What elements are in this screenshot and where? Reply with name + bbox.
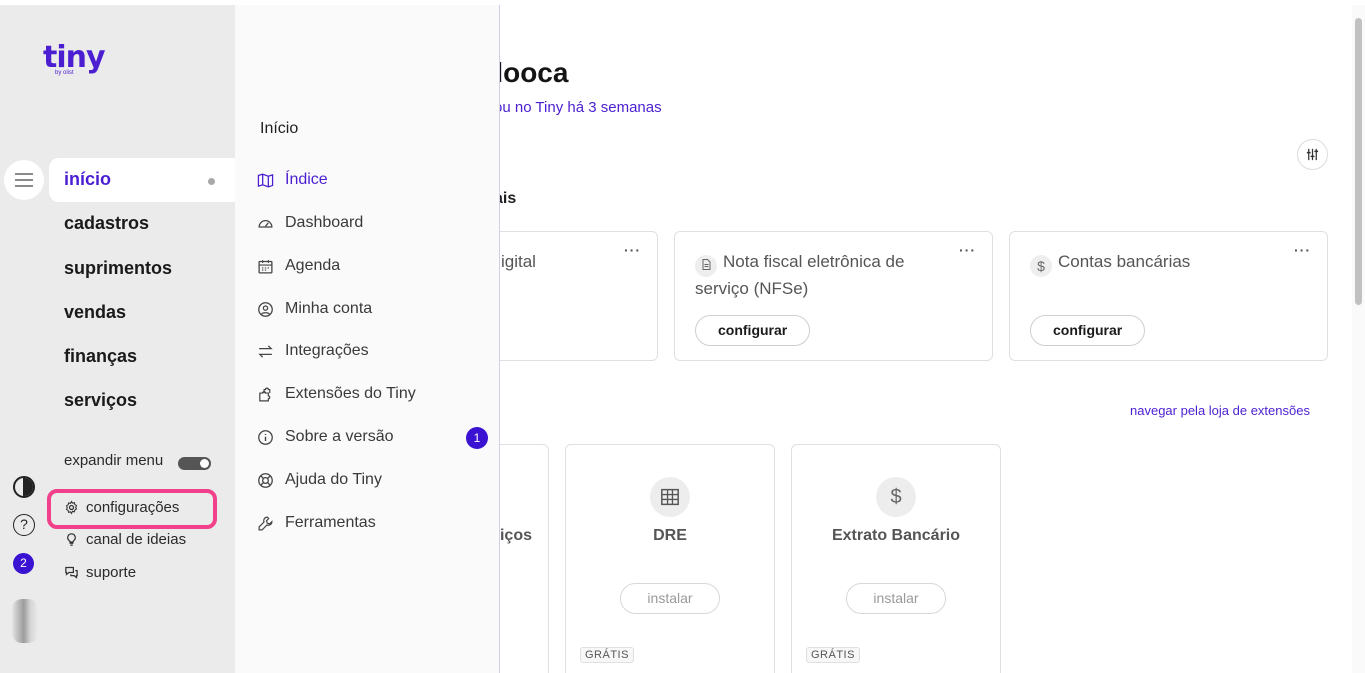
calendar-icon [258, 259, 273, 274]
lightbulb-icon [67, 533, 76, 546]
extension-name: Extrato Bancário [831, 527, 961, 544]
setup-section-title: ais [500, 190, 517, 207]
extension-card-dre: DRE instalar GRÁTIS [565, 444, 775, 673]
setup-card-title-wrap: Nota fiscal eletrônica de serviço (NFSe) [695, 250, 945, 300]
page-scrollbar-thumb[interactable] [1355, 18, 1362, 305]
settings-label: configurações [86, 499, 180, 516]
more-options-icon[interactable]: ··· [1294, 242, 1311, 258]
free-tag: GRÁTIS [580, 647, 634, 663]
notifications-badge[interactable]: 2 [13, 553, 34, 574]
info-icon [258, 429, 273, 445]
logo-byline: by olist [55, 70, 74, 76]
submenu-item-ajuda[interactable]: Ajuda do Tiny [257, 471, 382, 489]
submenu-item-ferramentas[interactable]: Ferramentas [257, 514, 376, 532]
submenu-item-label: Integrações [285, 342, 369, 359]
submenu-item-label: Agenda [285, 257, 341, 274]
configure-bank-accounts-button[interactable]: configurar [1030, 315, 1146, 346]
setup-card-digital: ··· igital [500, 231, 658, 361]
install-dre-button[interactable]: instalar [620, 583, 720, 614]
lifebuoy-icon [258, 472, 273, 488]
expand-menu-label: expandir menu [64, 452, 164, 469]
setup-card-nfse: ··· Nota fiscal eletrônica de serviço (N… [674, 231, 993, 361]
support-link[interactable]: suporte [64, 564, 136, 581]
main-content: dooca ou no Tiny há 3 semanas ais ··· ig… [500, 5, 1365, 673]
dollar-icon: $ [1030, 255, 1052, 277]
dollar-icon: $ [876, 477, 916, 517]
extension-card-servicos: iços [500, 444, 549, 673]
submenu-item-label: Ferramentas [285, 514, 376, 531]
customize-button[interactable] [1297, 139, 1328, 170]
submenu-item-dashboard[interactable]: Dashboard [257, 214, 363, 232]
user-circle-icon [258, 301, 273, 317]
wrench-icon [258, 516, 273, 530]
extension-name: DRE [653, 527, 687, 544]
more-options-icon[interactable]: ··· [959, 242, 976, 258]
main-nav-rail: tiny by olist início cadastros supriment… [0, 5, 235, 673]
gear-icon [65, 500, 78, 515]
submenu-item-minha-conta[interactable]: Minha conta [257, 300, 372, 318]
greeting-title: dooca [500, 57, 569, 88]
table-icon [650, 477, 690, 517]
nav-item-financas[interactable]: finanças [64, 346, 137, 367]
contrast-toggle-icon[interactable] [13, 476, 35, 498]
free-tag: GRÁTIS [806, 647, 860, 663]
expand-menu-toggle[interactable] [178, 457, 211, 470]
document-icon [695, 255, 717, 277]
setup-card-title: Contas bancárias [1058, 252, 1191, 271]
setup-card-title-wrap: $ Contas bancárias [1030, 250, 1280, 277]
arrows-exchange-icon [258, 344, 273, 358]
submenu-item-agenda[interactable]: Agenda [257, 257, 340, 275]
sliders-icon [1306, 148, 1319, 161]
extension-name: iços [500, 527, 532, 544]
browse-extensions-link[interactable]: navegar pela loja de extensões [1130, 403, 1310, 418]
nav-item-vendas[interactable]: vendas [64, 302, 126, 323]
submenu-item-label: Minha conta [285, 300, 373, 317]
account-age-text: ou no Tiny há 3 semanas [500, 99, 662, 116]
logo-wordmark: tiny [43, 40, 106, 75]
ideas-channel-label: canal de ideias [86, 531, 187, 548]
extension-card-extrato: $ Extrato Bancário instalar GRÁTIS [791, 444, 1001, 673]
submenu-item-label: Ajuda do Tiny [285, 471, 382, 488]
submenu-item-label: Sobre a versão [285, 428, 394, 445]
help-icon[interactable]: ? [13, 514, 35, 536]
submenu-item-extensoes[interactable]: Extensões do Tiny [257, 385, 416, 403]
gauge-icon [258, 219, 273, 228]
logo-area: tiny by olist [0, 5, 233, 157]
setup-card-bank-accounts: ··· $ Contas bancárias configurar [1009, 231, 1328, 361]
ideas-channel-link[interactable]: canal de ideias [64, 531, 186, 548]
version-notification-badge: 1 [466, 427, 488, 449]
nav-item-servicos[interactable]: serviços [64, 390, 137, 411]
inicio-submenu: Início Índice Dashboard Agenda Minha con… [235, 5, 500, 673]
user-avatar[interactable] [12, 599, 38, 643]
support-label: suporte [86, 564, 137, 581]
tiny-logo[interactable]: tiny by olist [43, 40, 106, 77]
submenu-item-integracoes[interactable]: Integrações [257, 342, 369, 360]
submenu-item-label: Extensões do Tiny [285, 385, 416, 402]
submenu-item-label: Índice [285, 171, 328, 188]
active-dot-indicator [208, 178, 215, 185]
submenu-item-label: Dashboard [285, 214, 364, 231]
submenu-item-indice[interactable]: Índice [257, 171, 328, 189]
map-icon [257, 172, 274, 188]
submenu-title: Início [260, 120, 299, 137]
nav-item-suprimentos[interactable]: suprimentos [64, 258, 172, 279]
install-extrato-button[interactable]: instalar [846, 583, 946, 614]
puzzle-icon [259, 387, 271, 401]
chat-bubbles-icon [65, 566, 78, 579]
nav-item-cadastros[interactable]: cadastros [64, 213, 149, 234]
setup-card-title: Nota fiscal eletrônica de serviço (NFSe) [695, 252, 905, 298]
nav-item-inicio[interactable]: início [64, 169, 111, 190]
hamburger-menu-button[interactable] [4, 160, 44, 200]
submenu-item-sobre-versao[interactable]: Sobre a versão [257, 428, 394, 446]
settings-link[interactable]: configurações [64, 499, 179, 516]
configure-nfse-button[interactable]: configurar [695, 315, 811, 346]
hamburger-icon [15, 171, 33, 189]
